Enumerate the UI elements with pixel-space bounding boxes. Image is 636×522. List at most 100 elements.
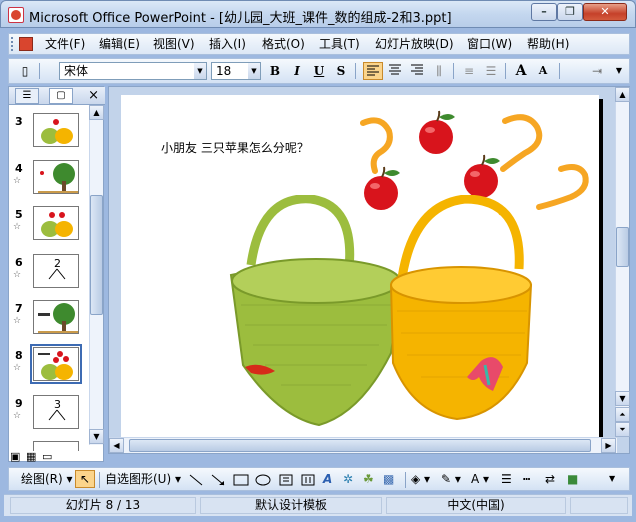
grow-font-button[interactable]: A: [511, 62, 531, 80]
align-center-button[interactable]: [385, 62, 405, 80]
baskets-thumbnail-image: [41, 212, 73, 237]
vertical-textbox-icon[interactable]: [301, 474, 315, 486]
slideshow-icon[interactable]: ▭: [42, 450, 52, 463]
font-color-icon[interactable]: A ▾: [471, 470, 489, 488]
baskets-image[interactable]: [181, 195, 541, 435]
menu-help[interactable]: 帮助(H): [527, 36, 569, 52]
new-document-icon[interactable]: ▯: [15, 62, 35, 80]
pane-tabs: ☰ ▢ ×: [9, 87, 105, 105]
rectangle-tool-icon[interactable]: [233, 474, 249, 486]
scroll-left-icon[interactable]: ◀: [109, 438, 124, 453]
slide-horizontal-scrollbar[interactable]: ◀ ▶: [109, 437, 617, 453]
pane-scroll-thumb[interactable]: [90, 195, 103, 315]
scroll-down-icon[interactable]: ▼: [615, 391, 630, 406]
indent-icon[interactable]: ⇥: [587, 62, 607, 80]
slide-vertical-scrollbar[interactable]: ▲ ▼ ⏶ ⏷: [615, 87, 630, 437]
slide-thumbnail-row[interactable]: 9 ☆ 3: [9, 395, 91, 439]
draw-menu-button[interactable]: 绘图(R) ▾: [21, 470, 73, 488]
document-icon[interactable]: [19, 37, 33, 51]
tab-outline[interactable]: ☰: [15, 88, 39, 104]
restore-button[interactable]: ❐: [557, 3, 583, 21]
diagram-icon[interactable]: ✲: [343, 470, 353, 488]
numbering-icon[interactable]: ≡: [459, 62, 479, 80]
slide-thumbnail-row[interactable]: 3: [9, 113, 91, 157]
align-left-button[interactable]: [363, 62, 383, 80]
menu-file[interactable]: 文件(F): [45, 36, 85, 52]
textbox-tool-icon[interactable]: [279, 474, 293, 486]
toolbar-options-icon[interactable]: ▼: [609, 470, 615, 488]
menu-format[interactable]: 格式(O): [262, 36, 305, 52]
slide-thumbnail-row[interactable]: 7 ☆: [9, 300, 91, 344]
slide-thumbnail[interactable]: 2: [33, 254, 79, 288]
close-button[interactable]: ✕: [583, 3, 627, 21]
slide-thumbnail-row[interactable]: 4 ☆: [9, 160, 91, 204]
fill-color-icon[interactable]: ◈ ▾: [411, 470, 430, 488]
autoshapes-menu-button[interactable]: 自选图形(U) ▾: [105, 470, 181, 488]
slide-thumbnail[interactable]: [33, 113, 79, 147]
line-style-icon[interactable]: ☰: [501, 470, 512, 488]
bullets-icon[interactable]: ☰: [481, 62, 501, 80]
align-right-button[interactable]: [407, 62, 427, 80]
normal-view-icon[interactable]: ▣: [10, 450, 20, 463]
slide-number: 7: [15, 302, 23, 315]
underline-button[interactable]: U: [309, 62, 329, 80]
font-name-combo[interactable]: 宋体 ▼: [59, 62, 207, 80]
scroll-up-icon[interactable]: ▲: [615, 87, 630, 102]
slide-thumbnail[interactable]: 3: [33, 395, 79, 429]
menu-edit[interactable]: 编辑(E): [99, 36, 140, 52]
font-size-combo[interactable]: 18 ▼: [211, 62, 261, 80]
clipart-icon[interactable]: ☘: [363, 470, 374, 488]
line-color-icon[interactable]: ✎ ▾: [441, 470, 461, 488]
oval-tool-icon[interactable]: [255, 474, 271, 486]
slide-thumbnail[interactable]: [33, 206, 79, 240]
toolbar-options-icon[interactable]: ▼: [609, 62, 629, 80]
scroll-right-icon[interactable]: ▶: [601, 438, 616, 453]
picture-icon[interactable]: ▩: [383, 470, 394, 488]
chevron-down-icon[interactable]: ▼: [194, 63, 206, 79]
slide-hscroll-thumb[interactable]: [129, 439, 591, 452]
line-tool-icon[interactable]: [189, 474, 203, 486]
distribute-icon[interactable]: ⫼: [429, 62, 449, 80]
slide-thumbnail-row[interactable]: 5 ☆: [9, 206, 91, 250]
menu-tools[interactable]: 工具(T): [319, 36, 360, 52]
scroll-up-icon[interactable]: ▲: [89, 105, 104, 120]
previous-slide-icon[interactable]: ⏶: [615, 407, 630, 422]
scroll-down-icon[interactable]: ▼: [89, 429, 104, 444]
menu-grip[interactable]: [11, 37, 14, 51]
align-left-icon: [367, 65, 379, 76]
minimize-button[interactable]: –: [531, 3, 557, 21]
pane-scrollbar[interactable]: ▲ ▼: [89, 105, 104, 445]
italic-button[interactable]: I: [287, 62, 307, 80]
menu-window[interactable]: 窗口(W): [467, 36, 512, 52]
menu-insert[interactable]: 插入(I): [209, 36, 246, 52]
next-slide-icon[interactable]: ⏷: [615, 422, 630, 437]
shadow-button[interactable]: S: [331, 62, 351, 80]
slide-sorter-icon[interactable]: ▦: [26, 450, 36, 463]
chevron-down-icon[interactable]: ▼: [248, 63, 260, 79]
tab-slides[interactable]: ▢: [49, 88, 73, 104]
slide-scroll-thumb[interactable]: [616, 227, 629, 267]
shadow-style-icon[interactable]: ■: [567, 470, 578, 488]
baskets-apples-thumbnail-image: [38, 351, 73, 380]
slide-question-text[interactable]: 小朋友 三只苹果怎么分呢？: [161, 139, 309, 156]
menu-slideshow[interactable]: 幻灯片放映(D): [375, 36, 454, 52]
slide-thumbnail[interactable]: [30, 344, 82, 384]
slide-thumbnail[interactable]: [33, 160, 79, 194]
powerpoint-app-icon[interactable]: [8, 7, 24, 23]
baskets-thumbnail-image: [41, 119, 73, 144]
slide-thumbnail-row[interactable]: 6 ☆ 2: [9, 254, 91, 298]
shrink-font-button[interactable]: A: [533, 62, 553, 80]
close-icon[interactable]: ×: [88, 87, 99, 105]
bold-button[interactable]: B: [265, 62, 285, 80]
select-objects-icon[interactable]: ↖: [75, 470, 95, 488]
menu-bar: 文件(F) 编辑(E) 视图(V) 插入(I) 格式(O) 工具(T) 幻灯片放…: [8, 33, 630, 55]
menu-view[interactable]: 视图(V): [153, 36, 195, 52]
dash-style-icon[interactable]: ┅: [523, 470, 530, 488]
align-center-icon: [389, 64, 401, 75]
slide-canvas[interactable]: 小朋友 三只苹果怎么分呢？: [121, 95, 599, 441]
slide-thumbnail-row-selected[interactable]: 8 ☆: [9, 344, 91, 391]
slide-thumbnail[interactable]: [33, 300, 79, 334]
arrow-tool-icon[interactable]: [211, 474, 225, 486]
arrow-style-icon[interactable]: ⇄: [545, 470, 555, 488]
wordart-icon[interactable]: A: [323, 470, 332, 488]
